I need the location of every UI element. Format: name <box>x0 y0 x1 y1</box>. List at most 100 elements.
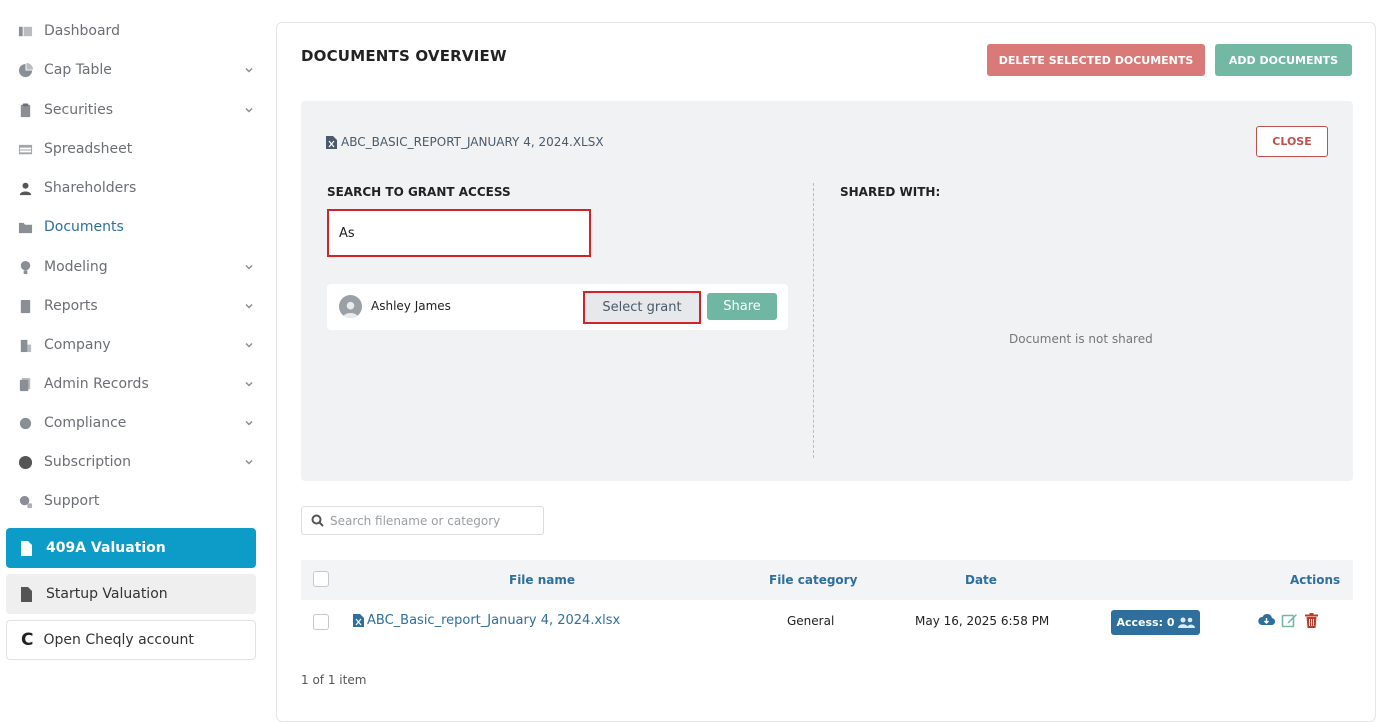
sidebar-item-support[interactable]: Support <box>16 488 260 514</box>
user-avatar-icon <box>342 301 359 318</box>
sidebar-item-shareholders[interactable]: Shareholders <box>16 175 260 201</box>
trash-icon[interactable] <box>1303 612 1320 629</box>
chevron-down-icon <box>244 377 254 387</box>
table-header: File name File category Date Actions <box>301 560 1353 600</box>
edit-icon[interactable] <box>1281 612 1298 629</box>
clipboard-icon <box>16 101 34 119</box>
valuation-409a-button[interactable]: 409A Valuation <box>6 528 256 568</box>
dollar-circle-icon <box>16 453 34 471</box>
date-cell: May 16, 2025 6:58 PM <box>915 614 1050 628</box>
chevron-down-icon <box>244 260 254 270</box>
file-name-link[interactable]: ABC_Basic_report_January 4, 2024.xlsx <box>353 613 620 628</box>
row-checkbox[interactable] <box>313 614 329 630</box>
document-icon <box>20 540 36 556</box>
support-icon <box>16 492 34 510</box>
sidebar-item-label: Documents <box>44 219 124 235</box>
table-icon <box>16 140 34 158</box>
sidebar-item-label: Support <box>44 493 100 509</box>
file-search-input[interactable] <box>330 513 530 528</box>
sidebar-item-securities[interactable]: Securities <box>16 97 260 123</box>
excel-file-icon <box>353 614 364 627</box>
sidebar-item-label: Dashboard <box>44 23 120 39</box>
dashboard-icon <box>16 22 34 40</box>
building-icon <box>16 336 34 354</box>
sidebar-item-label: Subscription <box>44 454 131 470</box>
sidebar-item-compliance[interactable]: Compliance <box>16 410 260 436</box>
share-panel: ABC_BASIC_REPORT_JANUARY 4, 2024.XLSX CL… <box>301 101 1353 481</box>
file-category-cell: General <box>787 614 835 628</box>
sidebar-item-label: Compliance <box>44 415 127 431</box>
pagination-text: 1 of 1 item <box>301 673 367 687</box>
search-result-row: Ashley James Select grant Share <box>327 284 788 330</box>
cheqly-logo-icon: C <box>21 630 34 650</box>
valuation-409a-label: 409A Valuation <box>46 540 166 556</box>
sidebar-item-label: Modeling <box>44 259 108 275</box>
excel-file-icon <box>326 135 337 149</box>
download-icon[interactable] <box>1258 612 1276 629</box>
chevron-down-icon <box>244 455 254 465</box>
delete-selected-documents-button[interactable]: DELETE SELECTED DOCUMENTS <box>987 44 1205 76</box>
avatar <box>339 295 362 318</box>
open-cheqly-label: Open Cheqly account <box>43 632 194 648</box>
panel-divider <box>813 183 814 458</box>
access-badge[interactable]: Access: 0 <box>1111 610 1200 635</box>
not-shared-message: Document is not shared <box>1009 332 1153 346</box>
sidebar-item-reports[interactable]: Reports <box>16 293 260 319</box>
sidebar-item-label: Company <box>44 337 111 353</box>
file-name-text: ABC_Basic_report_January 4, 2024.xlsx <box>367 613 621 628</box>
sidebar-item-cap-table[interactable]: Cap Table <box>16 57 260 83</box>
grant-search-input-wrapper <box>327 209 591 257</box>
sidebar-item-documents[interactable]: Documents <box>16 214 260 240</box>
table-row: ABC_Basic_report_January 4, 2024.xlsx Ge… <box>301 601 1353 643</box>
startup-valuation-label: Startup Valuation <box>46 586 168 602</box>
open-cheqly-button[interactable]: C Open Cheqly account <box>6 620 256 660</box>
shared-file-title: ABC_BASIC_REPORT_JANUARY 4, 2024.XLSX <box>326 135 604 149</box>
chevron-down-icon <box>244 338 254 348</box>
search-grant-label: SEARCH TO GRANT ACCESS <box>327 185 511 199</box>
shield-check-icon <box>16 414 34 432</box>
sidebar-item-modeling[interactable]: Modeling <box>16 254 260 280</box>
sidebar-item-dashboard[interactable]: Dashboard <box>16 18 260 44</box>
share-button[interactable]: Share <box>707 293 777 320</box>
folder-icon <box>16 218 34 236</box>
close-button[interactable]: CLOSE <box>1256 126 1328 157</box>
sidebar-item-label: Shareholders <box>44 180 137 196</box>
select-grant-button[interactable]: Select grant <box>583 291 701 324</box>
records-icon <box>16 375 34 393</box>
chevron-down-icon <box>244 416 254 426</box>
column-header-actions: Actions <box>1290 573 1341 587</box>
select-all-checkbox[interactable] <box>313 571 329 587</box>
page-title: DOCUMENTS OVERVIEW <box>301 47 507 65</box>
lightbulb-icon <box>16 258 34 276</box>
column-header-file-name[interactable]: File name <box>509 573 575 587</box>
shared-with-label: SHARED WITH: <box>840 185 941 199</box>
sidebar-item-label: Securities <box>44 102 114 118</box>
documents-card: DOCUMENTS OVERVIEW DELETE SELECTED DOCUM… <box>276 22 1376 722</box>
column-header-date[interactable]: Date <box>965 573 997 587</box>
sidebar-item-label: Admin Records <box>44 376 149 392</box>
file-search-box <box>301 506 544 535</box>
search-icon <box>311 514 324 527</box>
chevron-down-icon <box>244 103 254 113</box>
sidebar-item-company[interactable]: Company <box>16 332 260 358</box>
result-user-name: Ashley James <box>371 299 451 313</box>
pie-chart-icon <box>16 61 34 79</box>
sidebar: Dashboard Cap Table Securities Spreadshe… <box>0 0 268 712</box>
sidebar-item-subscription[interactable]: Subscription <box>16 449 260 475</box>
sidebar-item-label: Reports <box>44 298 98 314</box>
sidebar-item-label: Cap Table <box>44 62 112 78</box>
column-header-file-category[interactable]: File category <box>769 573 857 587</box>
sidebar-item-label: Spreadsheet <box>44 141 133 157</box>
sidebar-item-admin-records[interactable]: Admin Records <box>16 371 260 397</box>
startup-valuation-button[interactable]: Startup Valuation <box>6 574 256 614</box>
shared-file-name: ABC_BASIC_REPORT_JANUARY 4, 2024.XLSX <box>341 135 604 149</box>
grant-search-input[interactable] <box>329 211 589 255</box>
sidebar-item-spreadsheet[interactable]: Spreadsheet <box>16 136 260 162</box>
user-icon <box>16 179 34 197</box>
access-count: Access: 0 <box>1116 616 1175 629</box>
document-icon <box>20 586 36 602</box>
users-icon <box>1177 617 1195 628</box>
chevron-down-icon <box>244 63 254 73</box>
report-icon <box>16 297 34 315</box>
add-documents-button[interactable]: ADD DOCUMENTS <box>1215 44 1352 76</box>
